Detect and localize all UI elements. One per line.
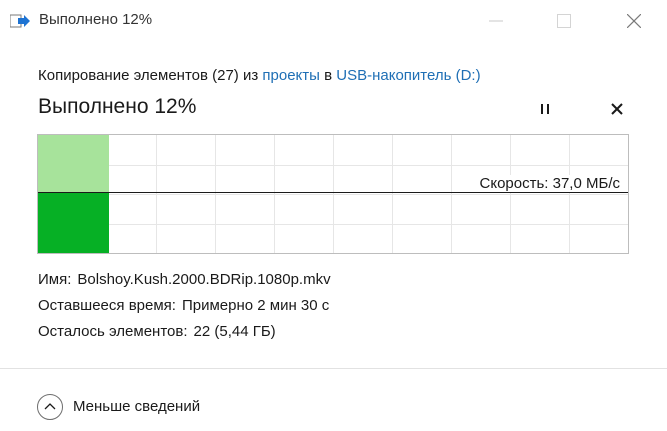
file-name-label: Имя:: [38, 271, 72, 288]
maximize-icon: [557, 14, 571, 28]
file-name-row: Имя: Bolshoy.Kush.2000.BDRip.1080p.mkv: [38, 271, 331, 297]
speed-history-area: [38, 192, 109, 253]
title-bar: Выполнено 12%: [0, 0, 667, 42]
minimize-button[interactable]: [473, 0, 519, 42]
dialog-footer: Меньше сведений: [0, 369, 667, 431]
transfer-speed-graph: Скорость: 37,0 МБ/с: [37, 134, 629, 254]
time-remaining-label: Оставшееся время:: [38, 297, 176, 314]
file-copy-icon: [9, 14, 30, 28]
transfer-details: Имя: Bolshoy.Kush.2000.BDRip.1080p.mkv Ос…: [38, 271, 331, 349]
cancel-copy-button[interactable]: [604, 96, 630, 122]
chevron-up-icon: [37, 394, 63, 420]
fewer-details-label: Меньше сведений: [73, 398, 201, 415]
copy-description: Копирование элементов (27) из проекты в …: [38, 67, 481, 84]
source-folder-link[interactable]: проекты: [262, 67, 320, 84]
time-remaining-row: Оставшееся время: Примерно 2 мин 30 с: [38, 297, 331, 323]
copy-prefix: Копирование элементов (27) из: [38, 67, 259, 84]
progress-status: Выполнено 12%: [38, 95, 197, 118]
pause-button[interactable]: [532, 96, 558, 122]
items-remaining-row: Осталось элементов: 22 (5,44 ГБ): [38, 323, 331, 349]
close-window-button[interactable]: [611, 0, 657, 42]
close-icon: [627, 14, 641, 28]
window-title: Выполнено 12%: [39, 11, 153, 28]
copy-connector: в: [324, 67, 333, 84]
items-remaining-label: Осталось элементов:: [38, 323, 188, 340]
file-name-value: Bolshoy.Kush.2000.BDRip.1080p.mkv: [77, 271, 331, 288]
destination-link[interactable]: USB-накопитель (D:): [336, 67, 480, 84]
speed-graph-canvas: [38, 135, 628, 253]
items-remaining-value: 22 (5,44 ГБ): [193, 323, 276, 340]
speed-label: Скорость: 37,0 МБ/с: [479, 175, 620, 192]
maximize-button[interactable]: [541, 0, 587, 42]
pause-icon: [541, 104, 549, 114]
close-icon: [611, 103, 623, 115]
minimize-icon: [489, 20, 503, 22]
time-remaining-value: Примерно 2 мин 30 с: [181, 297, 330, 314]
